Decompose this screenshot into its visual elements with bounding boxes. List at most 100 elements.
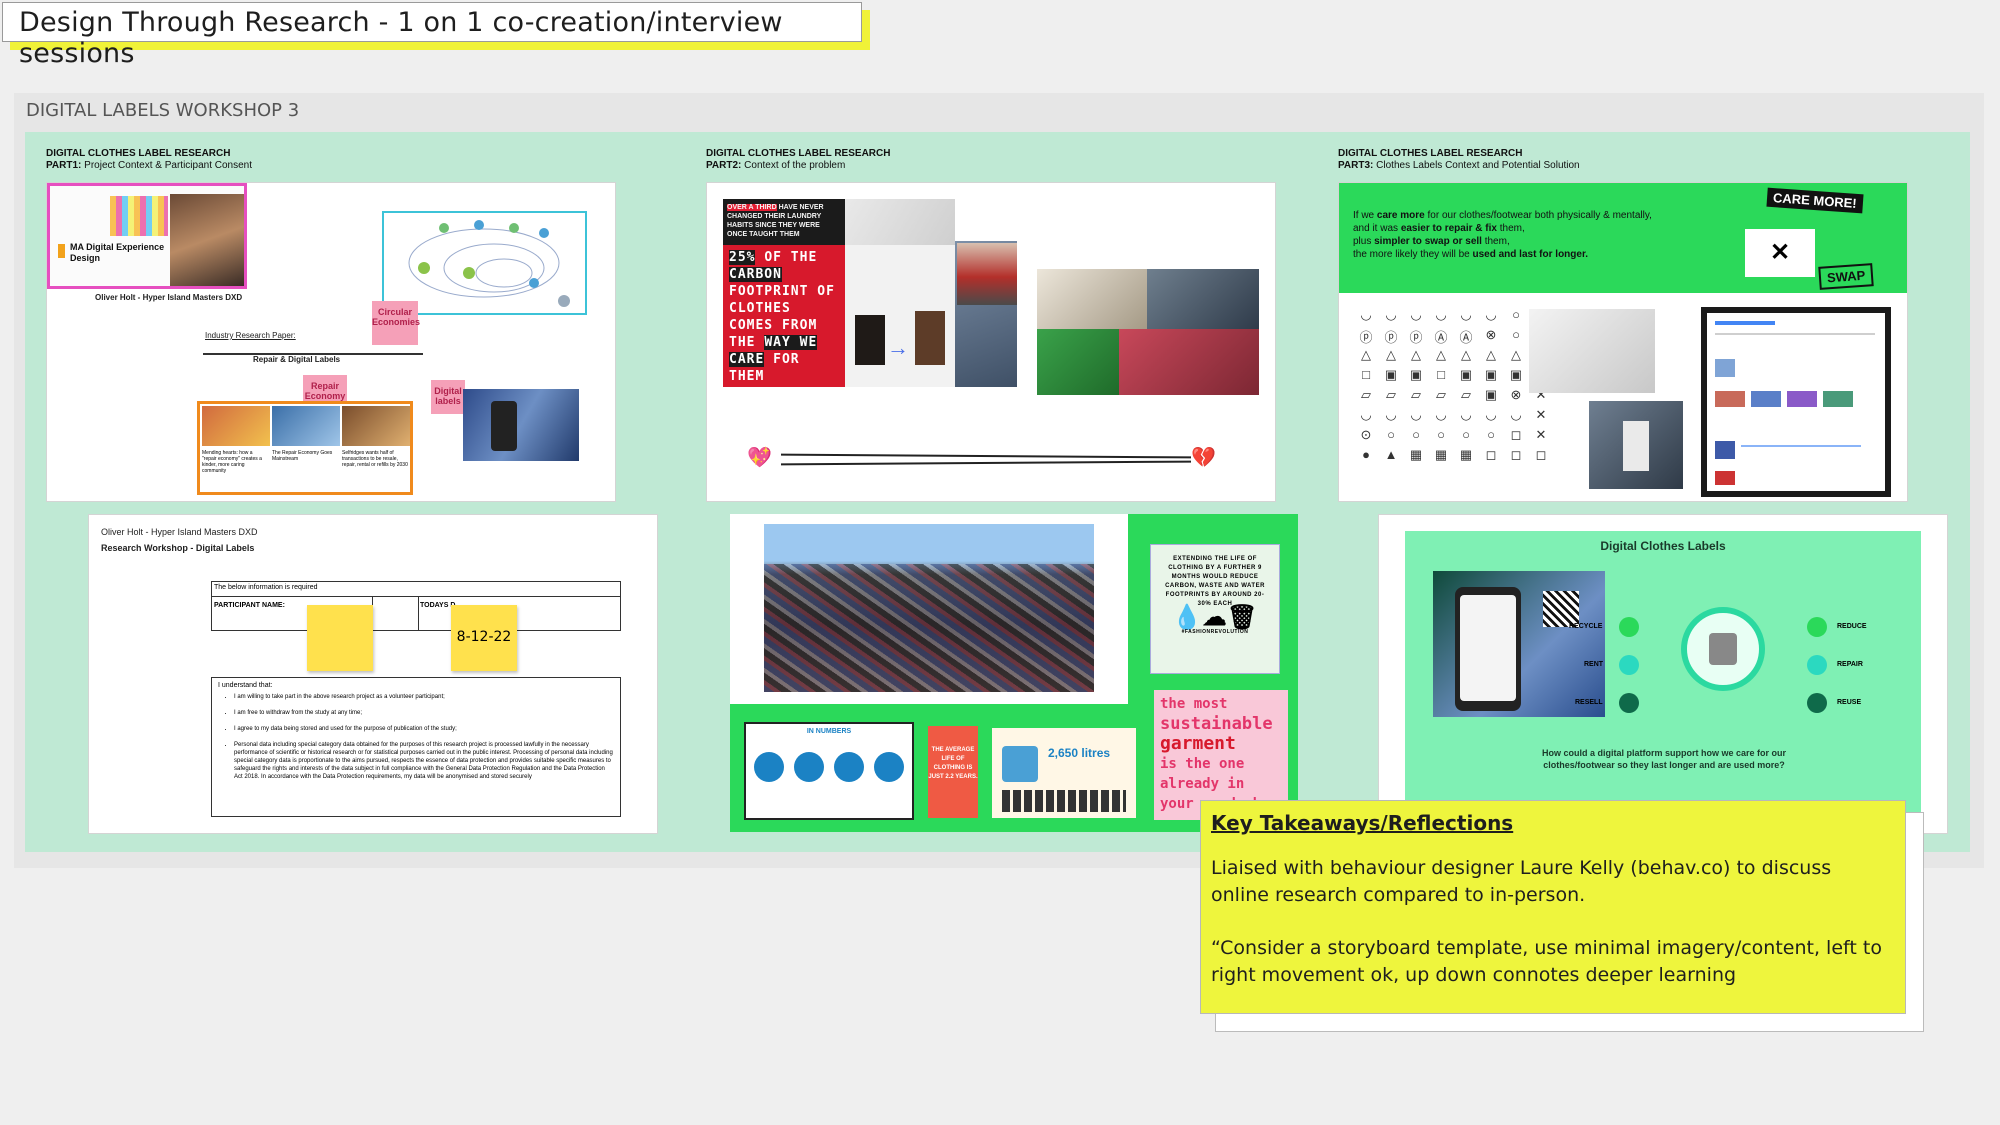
- waste-texture: [764, 564, 1094, 692]
- care-symbol-icon: ◻: [1535, 447, 1547, 462]
- reuse-icon: [1807, 693, 1827, 713]
- care-symbol-icon: ⊗: [1485, 327, 1497, 342]
- care-symbol-icon: □: [1362, 367, 1370, 382]
- course-cover[interactable]: MA Digital Experience Design: [47, 183, 247, 289]
- slide-context-problem[interactable]: OVER A THIRD HAVE NEVER CHANGED THEIR LA…: [706, 182, 1276, 502]
- care-symbol-icon: Ⓐ: [1459, 330, 1473, 345]
- table-rule: [418, 596, 419, 630]
- care-symbol-icon: ▣: [1459, 367, 1473, 382]
- search-bar: [1715, 321, 1775, 325]
- slide-labels-context[interactable]: If we care more for our clothes/footwear…: [1338, 182, 1908, 502]
- care-symbol-icon: ○: [1437, 427, 1445, 442]
- repair-articles-collage[interactable]: Mending hearts: how a "repair economy" c…: [197, 401, 413, 495]
- slide-digital-labels[interactable]: Digital Clothes Labels RECYCLE RENT RESE…: [1378, 514, 1948, 834]
- sustainable-text: already in: [1160, 776, 1245, 792]
- qr-code: [1543, 591, 1579, 627]
- slide-project-context[interactable]: MA Digital Experience Design Oliver Holt…: [46, 182, 616, 502]
- sparkling-heart-icon: 💖: [747, 447, 772, 469]
- care-symbol-icon: ✕: [1535, 407, 1547, 422]
- slide-textile-waste[interactable]: EXTENDING THE LIFE OF CLOTHING BY A FURT…: [730, 514, 1298, 832]
- form-author: Oliver Holt - Hyper Island Masters DXD: [101, 527, 258, 537]
- page-title-box[interactable]: Design Through Research - 1 on 1 co-crea…: [2, 2, 862, 69]
- takeaways-heading: Key Takeaways/Reflections: [1211, 811, 1514, 835]
- care-symbol-icon: ◡: [1410, 407, 1422, 422]
- label-resell: RESELL: [1575, 699, 1603, 706]
- litres-value: 2,650 litres: [1048, 746, 1111, 760]
- care-symbol-icon: ⊙: [1360, 427, 1372, 442]
- care-symbol-icon: ▱: [1461, 387, 1471, 402]
- care-symbol-icon: ●: [1362, 447, 1370, 462]
- phone-screen: [1460, 595, 1516, 701]
- result-thumb: [1787, 391, 1817, 407]
- care-symbol-icon: ⓟ: [1384, 330, 1398, 345]
- result-thumb: [1715, 441, 1735, 459]
- lifecycle-circle: [1681, 607, 1765, 691]
- date-sticky[interactable]: 8-12-22: [451, 605, 517, 671]
- carbon-stat: 25% OF THE CARBON FOOTPRINT OF CLOTHES C…: [723, 245, 845, 387]
- swap-badge: SWAP: [1818, 263, 1875, 290]
- care-symbol-icon: △: [1486, 347, 1496, 362]
- tshirt-collage: →: [845, 245, 955, 387]
- slide-consent-form[interactable]: Oliver Holt - Hyper Island Masters DXD R…: [88, 514, 658, 834]
- care-symbol-icon: ○: [1462, 427, 1470, 442]
- circular-economy-diagram[interactable]: [382, 211, 587, 315]
- repair-icon: [1807, 655, 1827, 675]
- care-symbol-icon: ○: [1487, 427, 1495, 442]
- tshirt-icon: [1002, 746, 1038, 782]
- phone-shape: [1455, 587, 1521, 711]
- care-symbol-icon: ○: [1387, 427, 1395, 442]
- consent-bullet: I agree to my data being stored and used…: [234, 725, 614, 733]
- consent-bullet: I am willing to take part in the above r…: [234, 693, 614, 701]
- result-thumb: [1823, 391, 1853, 407]
- note-circular-economies[interactable]: Circular Economies: [372, 301, 420, 345]
- care-symbol-icon: ◡: [1485, 307, 1497, 322]
- phone-shape: [491, 401, 517, 451]
- care-symbol-icon: △: [1386, 347, 1396, 362]
- care-symbol-icon: ▦: [1409, 447, 1423, 462]
- sustainable-text: garment: [1160, 733, 1236, 754]
- care-symbol-icon: ◡: [1385, 307, 1397, 322]
- table-rule: [212, 596, 620, 597]
- brand-mark: [58, 244, 65, 258]
- sustainable-text: is the one: [1160, 756, 1245, 772]
- article-caption: The Repair Economy Goes Mainstream: [272, 450, 333, 462]
- note-digital-labels[interactable]: Digital labels: [431, 380, 465, 414]
- label-repair: REPAIR: [1837, 661, 1863, 668]
- digital-platform-question: How could a digital platform support how…: [1541, 748, 1786, 770]
- tshirt-worn: [915, 311, 945, 365]
- jeans-label-photo: [1589, 401, 1683, 489]
- tshirt-icon: [1709, 633, 1737, 665]
- care-symbol-icon: ◡: [1410, 307, 1422, 322]
- paper-label: Industry Research Paper:: [205, 331, 296, 340]
- timeline-line: [780, 460, 1192, 466]
- care-label-photo: [1529, 309, 1655, 393]
- cloud-icon: [754, 752, 784, 782]
- course-title: MA Digital Experience Design: [70, 242, 165, 263]
- shirt-photo: [845, 199, 955, 245]
- label-reuse: REUSE: [1837, 699, 1862, 706]
- sustainable-text: sustainable: [1160, 714, 1273, 734]
- label-tag: [1623, 421, 1649, 471]
- result-thumb: [1715, 471, 1735, 485]
- care-symbol-icon: ▣: [1384, 367, 1398, 382]
- participant-name-sticky[interactable]: [307, 605, 373, 671]
- part3-heading: DIGITAL CLOTHES LABEL RESEARCH PART3: Clo…: [1338, 148, 1580, 171]
- care-symbol-icon: ◻: [1510, 447, 1522, 462]
- care-symbol-icon: △: [1411, 347, 1421, 362]
- label-rent: RENT: [1584, 661, 1604, 668]
- resell-icon: [1619, 693, 1639, 713]
- care-symbol-icon: ◡: [1360, 307, 1372, 322]
- litres-card: 2,650 litres: [992, 728, 1136, 818]
- article-caption: Selfridges wants half of transactions to…: [342, 450, 408, 468]
- label-reduce: REDUCE: [1837, 623, 1867, 630]
- care-symbol-icon: ▣: [1409, 367, 1423, 382]
- care-symbol-icon: ◡: [1485, 407, 1497, 422]
- care-symbol-icon: △: [1361, 347, 1371, 362]
- consent-bullet: I am free to withdraw from the study at …: [234, 709, 614, 717]
- article-caption: Mending hearts: how a "repair economy" c…: [202, 450, 262, 474]
- takeaways-note[interactable]: Key Takeaways/Reflections Liaised with b…: [1200, 800, 1906, 1014]
- textile-waste-photo: [764, 524, 1094, 692]
- search-results-screenshot[interactable]: [1701, 307, 1891, 497]
- care-symbols-grid: ◡◡◡◡◡◡○✕ⓟⓟⓟⒶⒶ⊗○✕△△△△△△△✕□▣▣□▣▣▣✕▱▱▱▱▱▣⊗✕…: [1357, 307, 1550, 467]
- tshirt-new: [855, 315, 885, 365]
